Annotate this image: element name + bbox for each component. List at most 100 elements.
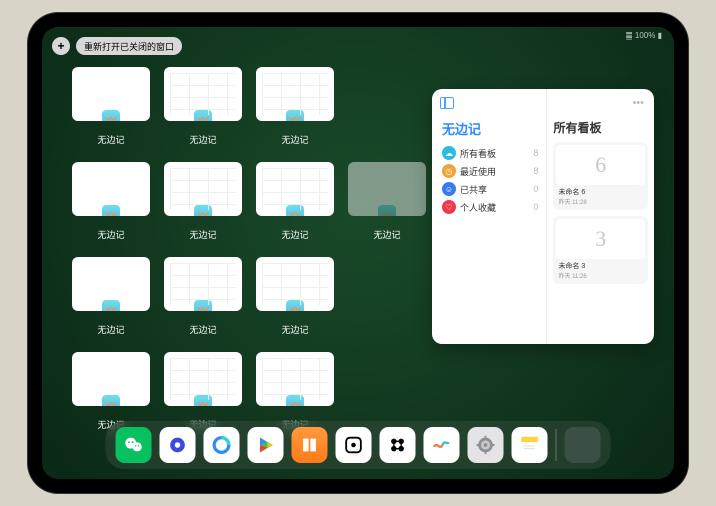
dock-app-notes[interactable] (512, 427, 548, 463)
category-icon: ☺ (442, 182, 456, 196)
app-switcher-tile[interactable]: 无边记 (72, 257, 150, 336)
dock-app-qqbrowser[interactable] (204, 427, 240, 463)
tile-label: 无边记 (189, 228, 216, 241)
category-icon: ◷ (442, 164, 456, 178)
app-switcher-tile[interactable]: 无边记 (164, 67, 242, 146)
freeform-app-icon (286, 110, 304, 121)
screen: ䷀ 100% ▮ + 重新打开已关闭的窗口 无边记无边记无边记无边记无边记无边记… (42, 27, 674, 479)
board-subtitle: 昨天 11:28 (556, 197, 645, 207)
app-switcher-tile[interactable]: 无边记 (256, 352, 334, 431)
topbar: + 重新打开已关闭的窗口 (52, 37, 182, 55)
freeform-app-icon (194, 300, 212, 311)
app-switcher-tile[interactable]: 无边记 (164, 352, 242, 431)
category-label: 个人收藏 (460, 201, 529, 214)
tile-preview (164, 257, 242, 311)
board-subtitle: 昨天 11:26 (556, 271, 645, 281)
sidebar-category-row[interactable]: ♡ 个人收藏 0 (442, 198, 538, 216)
tile-label: 无边记 (97, 133, 124, 146)
app-switcher-grid: 无边记无边记无边记无边记无边记无边记无边记无边记无边记无边记无边记无边记无边记 (72, 67, 426, 431)
board-thumbnail: 6 (556, 145, 645, 185)
board-card[interactable]: 6 未命名 6 昨天 11:28 (553, 142, 648, 210)
tile-preview (256, 67, 334, 121)
category-count: 8 (533, 166, 538, 176)
sidebar-toggle-icon[interactable] (440, 97, 454, 109)
freeform-app-icon (286, 205, 304, 216)
tile-label: 无边记 (373, 228, 400, 241)
window-more-icon[interactable]: ••• (632, 97, 644, 109)
category-icon: ☁ (442, 146, 456, 160)
tile-preview (348, 162, 426, 216)
tile-preview (164, 352, 242, 406)
board-title: 未命名 3 (556, 259, 645, 271)
app-switcher-tile[interactable]: 无边记 (256, 162, 334, 241)
sidebar-category-row[interactable]: ☺ 已共享 0 (442, 180, 538, 198)
freeform-window[interactable]: ••• 无边记 ☁ 所有看板 8◷ 最近使用 8☺ 已共享 0♡ 个人收藏 0 … (432, 89, 654, 344)
tile-label: 无边记 (97, 323, 124, 336)
app-switcher-tile[interactable]: 无边记 (72, 352, 150, 431)
dock-app-quark[interactable] (160, 427, 196, 463)
tile-label: 无边记 (281, 323, 308, 336)
status-bar: ䷀ 100% ▮ (626, 31, 662, 40)
tile-preview (164, 67, 242, 121)
tile-label: 无边记 (281, 133, 308, 146)
reopen-closed-window-button[interactable]: 重新打开已关闭的窗口 (76, 37, 182, 55)
freeform-app-icon (102, 395, 120, 406)
dock (106, 421, 611, 469)
tile-label: 无边记 (189, 323, 216, 336)
app-switcher-tile[interactable]: 无边记 (348, 162, 426, 241)
freeform-app-icon (102, 110, 120, 121)
sidebar-category-row[interactable]: ☁ 所有看板 8 (442, 144, 538, 162)
dock-recent-apps[interactable] (565, 427, 601, 463)
freeform-app-icon (194, 205, 212, 216)
category-count: 0 (533, 202, 538, 212)
dock-divider (556, 429, 557, 461)
category-count: 0 (533, 184, 538, 194)
freeform-app-icon (102, 205, 120, 216)
app-switcher-tile[interactable]: 无边记 (256, 67, 334, 146)
tile-preview (72, 352, 150, 406)
sidebar-category-row[interactable]: ◷ 最近使用 8 (442, 162, 538, 180)
dock-app-play[interactable] (248, 427, 284, 463)
freeform-content: 所有看板 6 未命名 6 昨天 11:283 未命名 3 昨天 11:26 (547, 89, 654, 344)
freeform-app-icon (102, 300, 120, 311)
dock-app-settings[interactable] (468, 427, 504, 463)
category-label: 已共享 (460, 183, 529, 196)
tile-preview (164, 162, 242, 216)
app-switcher-tile[interactable]: 无边记 (72, 162, 150, 241)
tile-preview (256, 352, 334, 406)
freeform-app-icon (378, 205, 396, 216)
app-switcher-tile[interactable]: 无边记 (164, 257, 242, 336)
tile-preview (72, 162, 150, 216)
tile-preview (72, 257, 150, 311)
tile-label: 无边记 (189, 133, 216, 146)
dock-app-books[interactable] (292, 427, 328, 463)
dock-app-flomo[interactable] (380, 427, 416, 463)
tile-preview (256, 257, 334, 311)
dock-app-freeform[interactable] (424, 427, 460, 463)
category-label: 所有看板 (460, 147, 529, 160)
board-title: 未命名 6 (556, 185, 645, 197)
sidebar-title: 无边记 (442, 119, 538, 138)
ipad-frame: ䷀ 100% ▮ + 重新打开已关闭的窗口 无边记无边记无边记无边记无边记无边记… (28, 13, 688, 493)
app-switcher-tile[interactable]: 无边记 (164, 162, 242, 241)
board-card[interactable]: 3 未命名 3 昨天 11:26 (553, 216, 648, 284)
app-switcher-tile[interactable]: 无边记 (256, 257, 334, 336)
content-title: 所有看板 (553, 119, 648, 136)
category-count: 8 (533, 148, 538, 158)
category-icon: ♡ (442, 200, 456, 214)
new-window-button[interactable]: + (52, 37, 70, 55)
tile-label: 无边记 (281, 228, 308, 241)
board-thumbnail: 3 (556, 219, 645, 259)
dock-app-dice[interactable] (336, 427, 372, 463)
tile-preview (72, 67, 150, 121)
tile-label: 无边记 (97, 228, 124, 241)
freeform-app-icon (194, 110, 212, 121)
freeform-app-icon (286, 300, 304, 311)
category-label: 最近使用 (460, 165, 529, 178)
freeform-app-icon (286, 395, 304, 406)
freeform-app-icon (194, 395, 212, 406)
freeform-sidebar: 无边记 ☁ 所有看板 8◷ 最近使用 8☺ 已共享 0♡ 个人收藏 0 (432, 89, 547, 344)
tile-preview (256, 162, 334, 216)
dock-app-wechat[interactable] (116, 427, 152, 463)
app-switcher-tile[interactable]: 无边记 (72, 67, 150, 146)
